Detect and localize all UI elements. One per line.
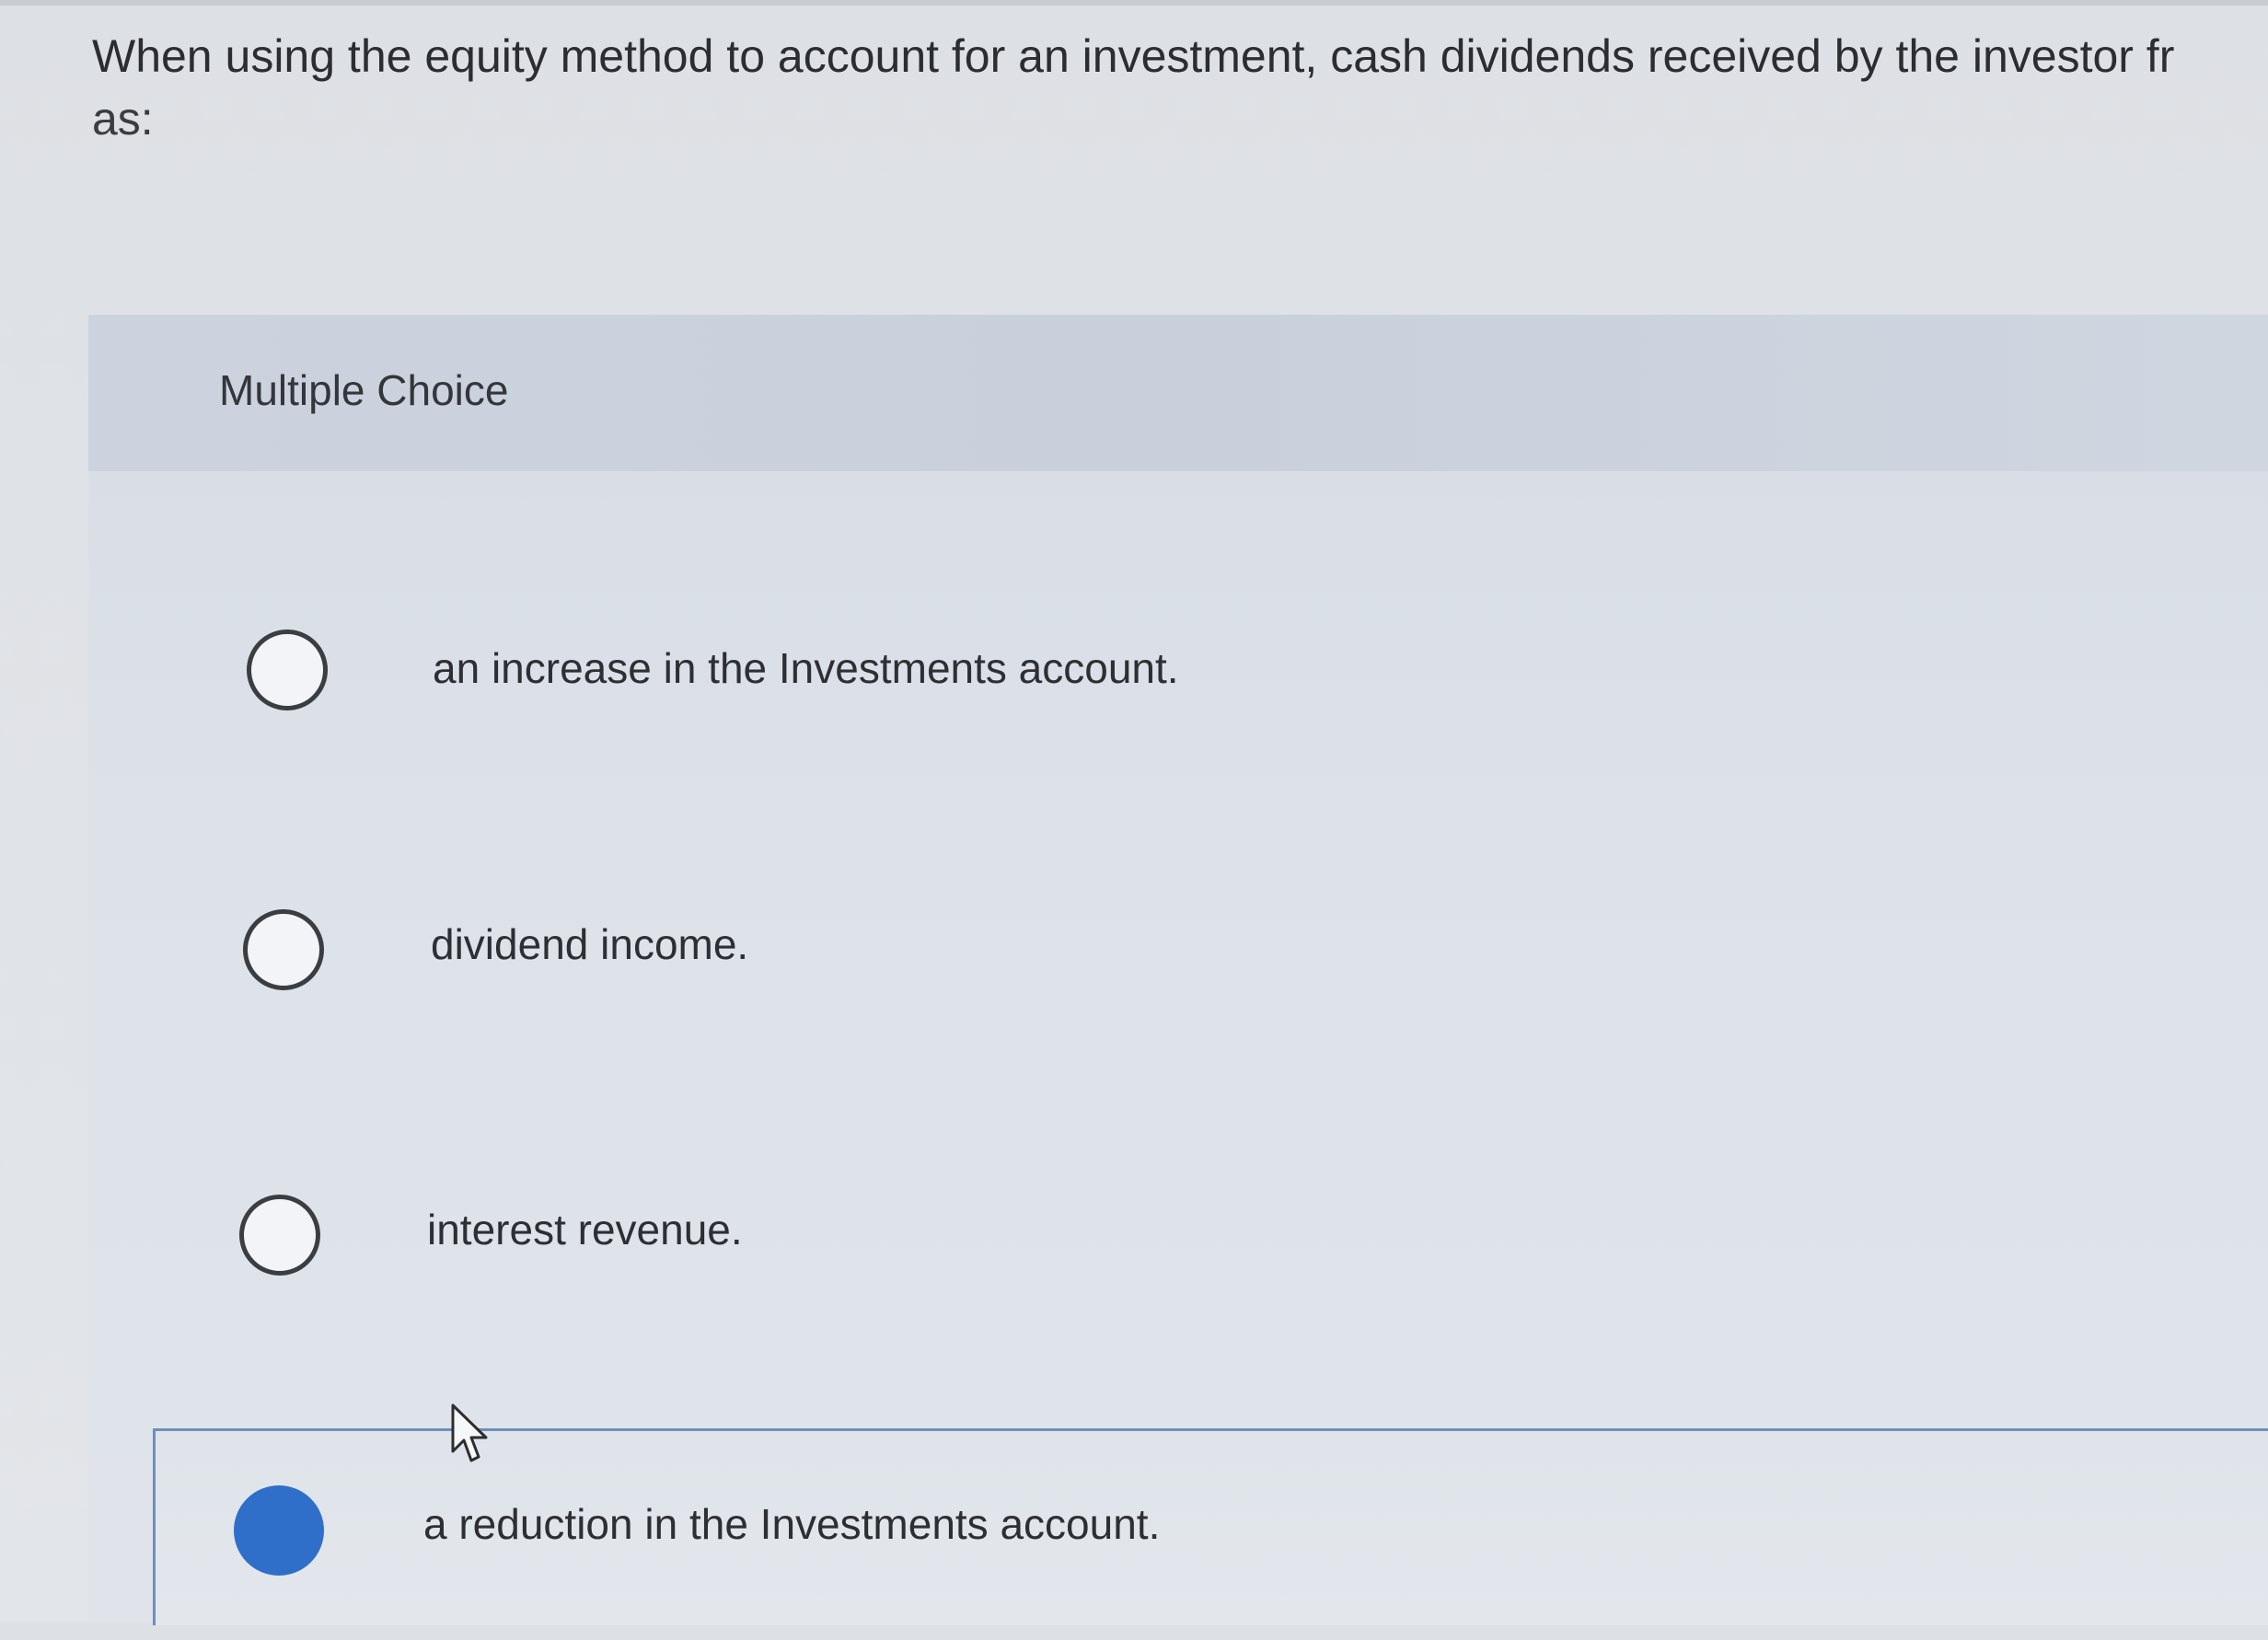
choice-option-3[interactable]: interest revenue. — [88, 1180, 2268, 1364]
choice-label: dividend income. — [431, 920, 749, 968]
multiple-choice-title: Multiple Choice — [219, 366, 509, 414]
radio-button-icon[interactable] — [243, 909, 324, 990]
radio-button-icon[interactable] — [239, 1195, 320, 1276]
question-text: When using the equity method to account … — [92, 30, 2175, 82]
choice-label: a reduction in the Investments account. — [423, 1500, 1161, 1548]
radio-button-icon[interactable] — [247, 629, 328, 710]
mouse-pointer-icon — [451, 1403, 488, 1462]
top-edge — [0, 0, 2268, 6]
multiple-choice-panel: Multiple Choice an increase in the Inves… — [88, 315, 2268, 1625]
choice-label: interest revenue. — [427, 1206, 743, 1253]
choice-option-4[interactable]: a reduction in the Investments account. — [88, 1456, 2268, 1640]
choice-option-2[interactable]: dividend income. — [88, 895, 2268, 1079]
choice-option-1[interactable]: an increase in the Investments account. — [88, 609, 2268, 793]
choice-label: an increase in the Investments account. — [433, 644, 1179, 692]
radio-button-selected-icon[interactable] — [234, 1485, 324, 1576]
multiple-choice-header: Multiple Choice — [88, 315, 2268, 471]
question-text-continued: as: — [92, 93, 154, 144]
